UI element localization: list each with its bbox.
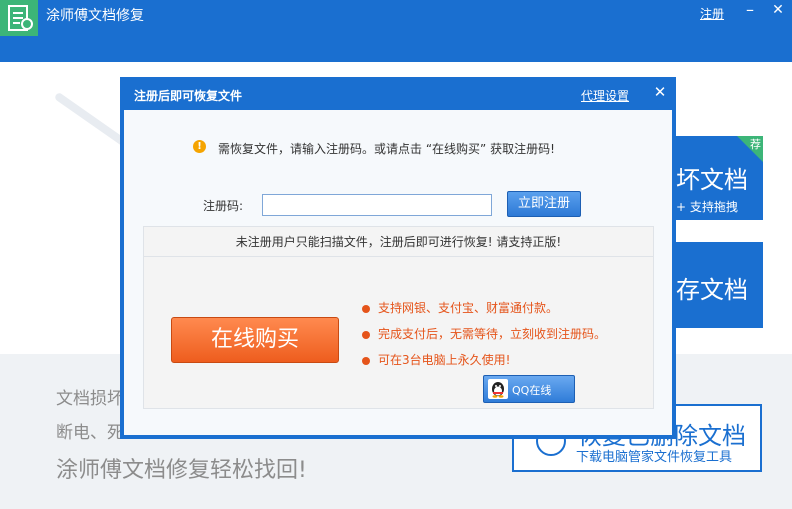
feature-item: 完成支付后，无需等待，立刻收到注册码。 [362,325,606,342]
document-repair-icon [0,0,38,36]
feature-text: 完成支付后，无需等待，立刻收到注册码。 [378,327,607,341]
tile-subtitle: + 支持拖拽 [676,200,738,214]
description-line-2: 断电、死 [56,423,124,443]
register-link[interactable]: 注册 [700,5,724,22]
registration-code-input[interactable] [262,194,492,216]
feature-item: 支持网银、支付宝、财富通付款。 [362,299,558,316]
repair-corrupt-doc-tile[interactable]: 荐 坏文档 + 支持拖拽 [676,136,763,220]
title-bar: 涂师傅文档修复 注册 – ✕ [0,0,792,62]
description-line-1: 文档损坏 [56,389,124,409]
slogan: 涂师傅文档修复轻松找回! [56,458,307,483]
close-icon[interactable]: ✕ [768,2,788,18]
qq-online-button[interactable]: QQ在线 [483,375,575,403]
purchase-panel: 未注册用户只能扫描文件，注册后即可进行恢复! 请支持正版! 在线购买 支持网银、… [143,226,654,409]
dialog-body: ! 需恢复文件，请输入注册码。或请点击 “在线购买” 获取注册码! 注册码: 立… [124,110,672,435]
qq-penguin-icon [488,379,508,399]
save-doc-tile[interactable]: 存文档 [676,242,763,328]
buy-online-button[interactable]: 在线购买 [171,317,339,363]
bullet-dot-icon [362,356,370,365]
register-now-button[interactable]: 立即注册 [507,191,581,217]
unregistered-notice: 未注册用户只能扫描文件，注册后即可进行恢复! 请支持正版! [144,227,653,257]
dialog-title: 注册后即可恢复文件 [134,89,243,103]
proxy-settings-link[interactable]: 代理设置 [581,87,629,104]
tile-subtitle: 下载电脑管家文件恢复工具 [576,450,733,465]
feature-text: 可在3台电脑上永久使用! [378,353,511,367]
tile-title: 存文档 [676,276,748,304]
feature-text: 支持网银、支付宝、财富通付款。 [378,301,559,315]
tile-title: 坏文档 [676,166,748,194]
recommended-badge-label: 荐 [750,138,761,151]
qq-online-label: QQ在线 [512,384,552,397]
feature-item: 可在3台电脑上永久使用! [362,351,510,368]
app-title: 涂师傅文档修复 [46,8,144,24]
register-notice: 需恢复文件，请输入注册码。或请点击 “在线购买” 获取注册码! [218,142,555,156]
bullet-dot-icon [362,304,370,313]
registration-code-label: 注册码: [203,199,244,213]
minimize-button[interactable]: – [740,0,760,19]
register-dialog: 注册后即可恢复文件 代理设置 ✕ ! 需恢复文件，请输入注册码。或请点击 “在线… [120,77,676,439]
bullet-dot-icon [362,330,370,339]
dialog-close-icon[interactable]: ✕ [652,83,668,101]
warning-icon: ! [193,140,206,153]
